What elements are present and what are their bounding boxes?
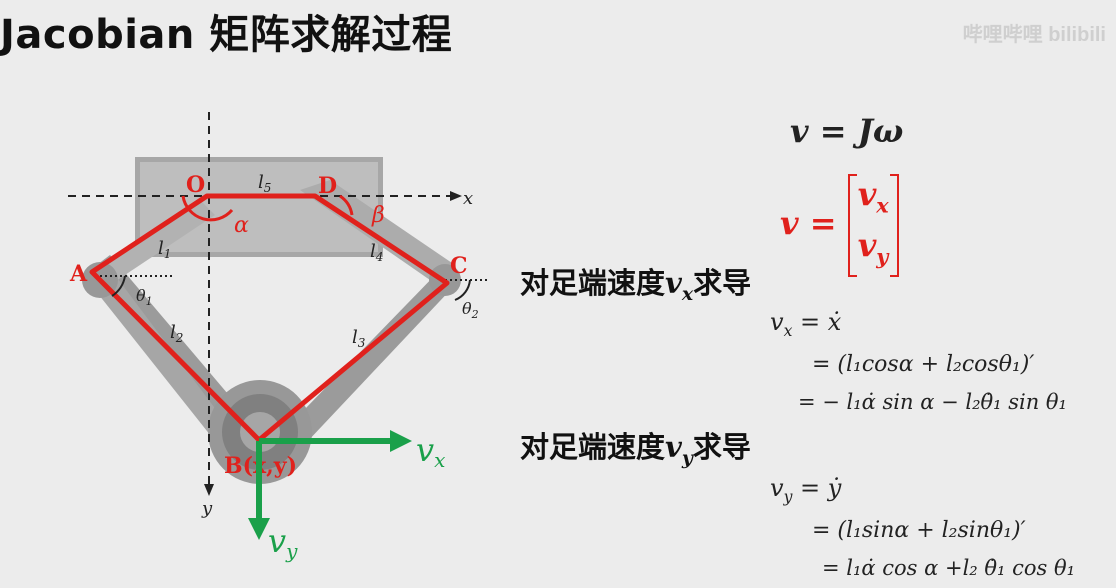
- linkage-diagram: x y O D A C B(x,y) l5 l1 l2 l3 l4 α β θ1…: [68, 112, 490, 563]
- y-axis-arrow: [204, 484, 214, 496]
- theta2-label: θ2: [462, 299, 479, 321]
- section-heading-vx: 对足端速度vx求导: [520, 266, 752, 305]
- eq-v-vector: v = vx vy: [780, 174, 899, 277]
- link-l3-label: l3: [352, 327, 366, 350]
- bilibili-watermark: 哔哩哔哩 bilibili: [962, 24, 1106, 46]
- theta1-label: θ1: [136, 286, 153, 308]
- vy-line2: = (l₁sinα + l₂sinθ₁)′: [812, 518, 1026, 543]
- point-d-label: D: [318, 173, 337, 199]
- link-l2-label: l2: [170, 322, 183, 345]
- vy-label: vy: [268, 522, 298, 563]
- vx-label: vx: [416, 431, 445, 472]
- x-axis-label: x: [463, 188, 473, 209]
- beta-label: β: [371, 203, 385, 228]
- vx-line3: = − l₁α̇ sin α − l₂θ̇₁ sin θ₁: [798, 390, 1067, 414]
- eq-v-equals-j-omega: v = Jω: [790, 112, 904, 150]
- vx-line1: vx = ẋ: [770, 308, 842, 340]
- point-c-label: C: [450, 253, 468, 279]
- vx-line2: = (l₁cosα + l₂cosθ₁)′: [812, 352, 1035, 377]
- point-a-label: A: [69, 261, 88, 287]
- alpha-label: α: [234, 213, 249, 238]
- point-o-label: O: [186, 172, 205, 198]
- section-heading-vy: 对足端速度vy求导: [520, 430, 751, 469]
- vy-line1: vy = ẏ: [770, 474, 842, 506]
- x-axis-arrow: [450, 191, 462, 201]
- y-axis-label: y: [201, 498, 213, 519]
- vy-line3: = l₁α̇ cos α +l₂ θ̇₁ cos θ₁: [822, 556, 1076, 580]
